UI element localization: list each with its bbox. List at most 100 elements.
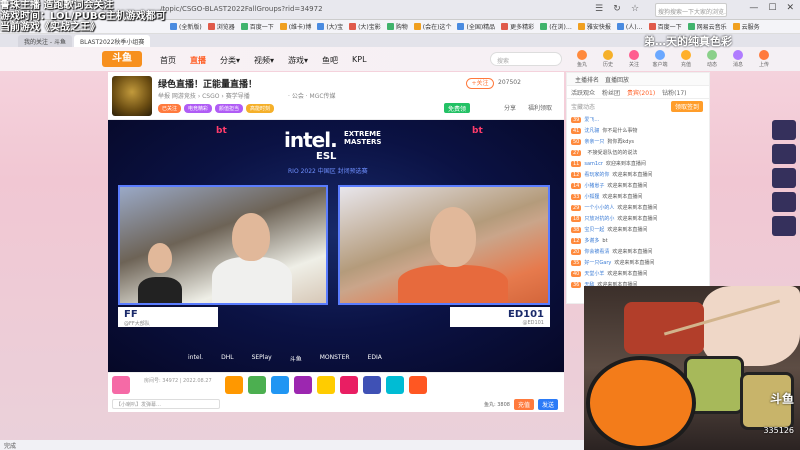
bookmark-item[interactable]: 雅安快报 xyxy=(577,22,611,31)
chat-username[interactable]: 亲亲一只 xyxy=(584,138,604,145)
header-icon-2[interactable]: 关注 xyxy=(624,50,644,68)
share-button[interactable]: 分享 xyxy=(504,103,516,112)
bookmark-item[interactable]: (会在)这个 xyxy=(413,22,451,31)
anchor-avatar[interactable] xyxy=(112,76,152,116)
chat-username[interactable]: 小猪崽子 xyxy=(584,182,604,189)
bookmark-item[interactable]: 购物 xyxy=(386,22,408,31)
room-tag[interactable]: 电竞精彩 xyxy=(184,104,213,113)
charge-button[interactable]: 充值 xyxy=(513,399,534,410)
nav-kpl[interactable]: KPL xyxy=(352,55,367,66)
minimize-icon[interactable]: — xyxy=(749,3,758,13)
overlay-right-tag: 弟…天的纯真色彩 xyxy=(644,35,732,48)
bookmark-item[interactable]: 更多精彩 xyxy=(501,22,534,31)
menu-icon[interactable]: ☰ xyxy=(593,3,605,15)
sign-in-button[interactable]: 领取签到 xyxy=(670,101,703,112)
gift-icon[interactable] xyxy=(248,376,266,394)
bookmark-item[interactable]: 百度一下 xyxy=(240,22,274,31)
gift-icon[interactable] xyxy=(340,376,358,394)
chat-username[interactable]: 只放对抗的小 xyxy=(584,215,614,222)
gift-icon[interactable] xyxy=(271,376,289,394)
chat-username[interactable]: 多谢多 xyxy=(584,237,599,244)
tab-vip[interactable]: 贵宾(201) xyxy=(627,88,655,97)
bookmark-item[interactable]: (在浏)… xyxy=(540,22,572,31)
chat-username[interactable]: 小狐狸 xyxy=(584,193,599,200)
tab-diamond[interactable]: 钻粉(17) xyxy=(662,88,686,97)
gift-icon[interactable] xyxy=(409,376,427,394)
activity-banner[interactable] xyxy=(772,192,796,212)
gift-icon[interactable] xyxy=(112,376,130,394)
nav-live[interactable]: 直播 xyxy=(190,55,206,66)
site-search-input[interactable]: 搜索 xyxy=(490,52,562,66)
activity-banner[interactable] xyxy=(772,168,796,188)
nav-game[interactable]: 游戏▾ xyxy=(288,55,308,66)
header-icon-0[interactable]: 鱼丸 xyxy=(572,50,592,68)
chat-username[interactable]: 看玩家的你 xyxy=(584,171,609,178)
nav-home[interactable]: 首页 xyxy=(160,55,176,66)
nav-video[interactable]: 视频▾ xyxy=(254,55,274,66)
refresh-icon[interactable]: ↻ xyxy=(611,3,623,15)
free-claim-button[interactable]: 免费领 xyxy=(444,103,471,113)
activity-banner[interactable] xyxy=(772,144,796,164)
send-button[interactable]: 发送 xyxy=(537,399,558,410)
nav-yuba[interactable]: 鱼吧 xyxy=(322,55,338,66)
activity-banner[interactable] xyxy=(772,120,796,140)
room-tag[interactable]: 高能时刻 xyxy=(246,104,275,113)
close-icon[interactable]: ✕ xyxy=(786,3,794,13)
bookmark-item[interactable]: (大)宝 xyxy=(317,22,343,31)
follow-button[interactable]: +关注 xyxy=(466,78,494,89)
room-tag[interactable]: 颜值担当 xyxy=(215,104,244,113)
chat-username[interactable]: 宝贝一起 xyxy=(584,226,604,233)
gift-icon[interactable] xyxy=(294,376,312,394)
star-icon[interactable]: ☆ xyxy=(629,3,641,15)
tab-follow[interactable]: 我的关注 - 斗鱼 xyxy=(18,35,72,47)
header-icon-6[interactable]: 消息 xyxy=(728,50,748,68)
bookmark-item[interactable]: 浏览器 xyxy=(207,22,235,31)
gift-icon[interactable] xyxy=(363,376,381,394)
gift-icon[interactable] xyxy=(225,376,243,394)
nav-category[interactable]: 分类▾ xyxy=(220,55,240,66)
bookmark-item[interactable]: (全新版) xyxy=(170,22,202,31)
tab-fans[interactable]: 粉丝团 xyxy=(602,88,620,97)
bookmark-icon xyxy=(501,23,509,30)
maximize-icon[interactable]: ☐ xyxy=(768,3,776,13)
chat-username[interactable]: 好一只Gary xyxy=(584,259,611,266)
bookmark-item[interactable]: 网易云音乐 xyxy=(687,22,727,31)
header-icon-1[interactable]: 历史 xyxy=(598,50,618,68)
gift-icon[interactable] xyxy=(386,376,404,394)
room-tag[interactable]: 已关注 xyxy=(158,104,182,113)
caster-name: ED101 xyxy=(507,309,544,320)
chat-username[interactable]: sam1cr xyxy=(584,161,603,167)
tab-active-viewers[interactable]: 活跃观众 xyxy=(571,88,595,97)
gift-icon[interactable] xyxy=(317,376,335,394)
chat-input[interactable]: 【小喇叭】发弹幕… xyxy=(112,399,220,409)
chat-message: 20 你会被看清 欢迎来到本直播间 xyxy=(571,246,705,257)
chat-username[interactable]: 爱飞… xyxy=(584,116,599,123)
activity-banner[interactable] xyxy=(772,216,796,236)
level-badge: 36 xyxy=(571,281,582,288)
chat-text: 欢迎来到本直播间 xyxy=(612,172,653,178)
chat-username[interactable]: 一个小小的人 xyxy=(584,204,614,211)
header-icon-4[interactable]: 充值 xyxy=(676,50,696,68)
bookmark-item[interactable]: 云服务 xyxy=(732,22,760,31)
address-bar[interactable]: /topic/CSGO-BLAST2022FallGroups?rid=3497… xyxy=(160,5,323,13)
video-player[interactable]: bt bt intel. EXTREME MASTERS ESL RIO 202… xyxy=(108,120,564,372)
chat-username[interactable]: 你会被看清 xyxy=(584,248,609,255)
bookmark-item[interactable]: (全国)精品 xyxy=(457,22,495,31)
bookmark-item[interactable]: (维卡)博 xyxy=(279,22,311,31)
fish-ball-count: 鱼丸: 3808 xyxy=(483,402,510,408)
replay-tab[interactable]: 直播回放 xyxy=(605,75,629,84)
bookmark-item[interactable]: (大)宝影 xyxy=(349,22,381,31)
browser-search-input[interactable]: 搜狗搜索一下大家的浏览… xyxy=(655,3,727,17)
chat-username[interactable]: 沈凡骊 xyxy=(584,127,599,134)
tab-blast[interactable]: BLAST2022秋季小组赛 xyxy=(73,35,151,47)
bookmark-icon xyxy=(317,23,325,30)
chat-username[interactable]: 天堂小羊 xyxy=(584,270,604,277)
rank-tab[interactable]: 主播排名 xyxy=(575,75,599,84)
header-icon-5[interactable]: 动态 xyxy=(702,50,722,68)
bookmark-item[interactable]: 百度一下 xyxy=(648,22,682,31)
bookmark-item[interactable]: (人)… xyxy=(616,22,643,31)
header-icon-7[interactable]: 上传 xyxy=(754,50,774,68)
douyu-logo[interactable]: 斗鱼 xyxy=(102,51,142,67)
header-icon-3[interactable]: 客户端 xyxy=(650,50,670,68)
welfare-button[interactable]: 福利领取 xyxy=(528,103,552,112)
